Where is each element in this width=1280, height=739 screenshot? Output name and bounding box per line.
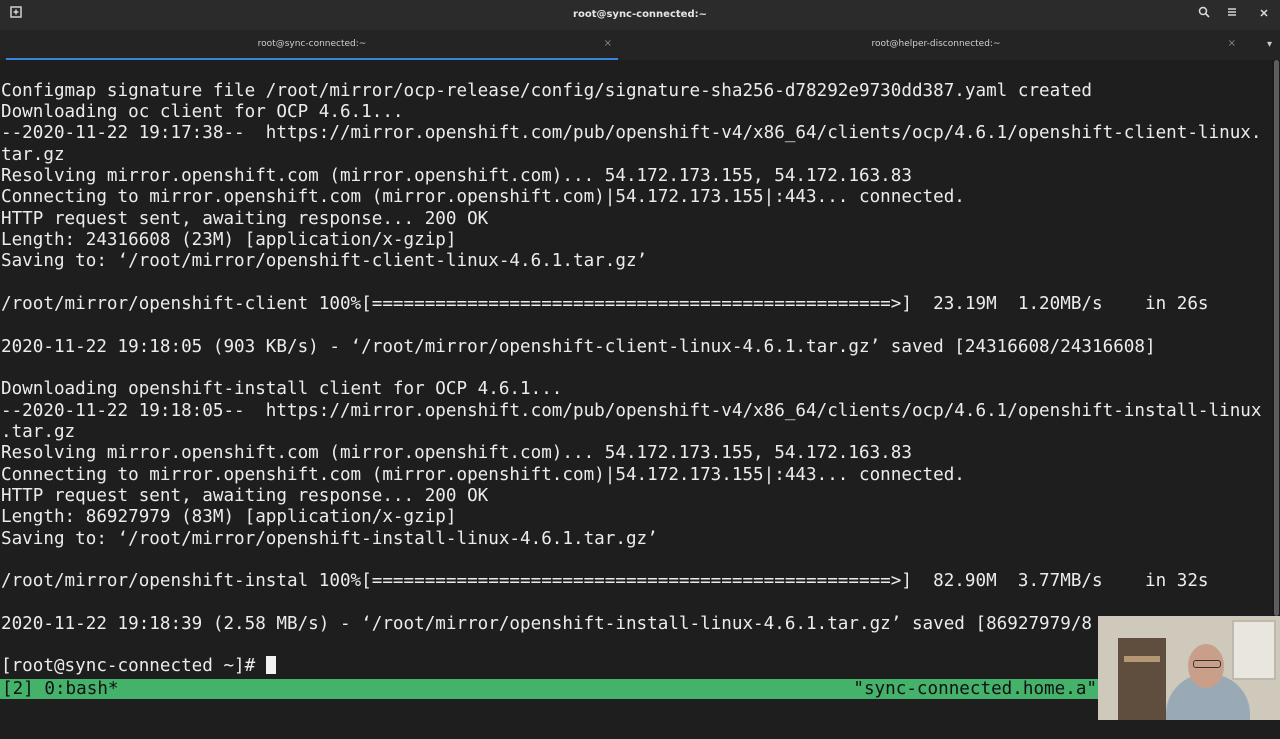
terminal-line: /root/mirror/openshift-client 100%[=====…	[1, 294, 1209, 314]
terminal-line: 2020-11-22 19:18:05 (903 KB/s) - ‘/root/…	[1, 337, 1156, 357]
hamburger-menu-icon[interactable]	[1222, 6, 1242, 24]
terminal-line: Connecting to mirror.openshift.com (mirr…	[1, 187, 965, 207]
terminal-bottom-padding	[0, 699, 1280, 720]
tab-label: root@helper-disconnected:~	[871, 39, 1001, 49]
terminal-line: Saving to: ‘/root/mirror/openshift-clien…	[1, 251, 648, 271]
terminal-output[interactable]: Configmap signature file /root/mirror/oc…	[0, 60, 1272, 720]
terminal-line: 2020-11-22 19:18:39 (2.58 MB/s) - ‘/root…	[1, 614, 1093, 634]
webcam-shelf-item	[1124, 656, 1160, 662]
terminal-line: HTTP request sent, awaiting response... …	[1, 209, 489, 229]
terminal-line: Configmap signature file /root/mirror/oc…	[1, 81, 1093, 101]
tmux-hostname: "sync-connected.home.a"	[853, 679, 1097, 699]
terminal-line: Resolving mirror.openshift.com (mirror.o…	[1, 166, 912, 186]
webcam-overlay-image	[1098, 616, 1280, 720]
terminal-line: tar.gz	[1, 145, 65, 165]
terminal-line: Connecting to mirror.openshift.com (mirr…	[1, 465, 965, 485]
close-icon[interactable]	[1254, 6, 1274, 24]
terminal-line: --2020-11-22 19:17:38-- https://mirror.o…	[1, 123, 1262, 143]
text-cursor	[265, 656, 276, 674]
tab-sync-connected[interactable]: root@sync-connected:~ ×	[6, 30, 618, 60]
tab-bar: root@sync-connected:~ × root@helper-disc…	[0, 30, 1280, 61]
search-icon[interactable]	[1194, 6, 1214, 24]
terminal-line: Downloading openshift-install client for…	[1, 379, 563, 399]
terminal-line: Downloading oc client for OCP 4.6.1...	[1, 102, 404, 122]
webcam-person-glasses	[1193, 660, 1221, 668]
tab-close-icon[interactable]: ×	[604, 30, 612, 58]
terminal-line: .tar.gz	[1, 422, 76, 442]
webcam-picture-frame	[1232, 620, 1276, 680]
terminal-line: --2020-11-22 19:18:05-- https://mirror.o…	[1, 401, 1262, 421]
terminal-line: Length: 86927979 (83M) [application/x-gz…	[1, 507, 457, 527]
tab-label: root@sync-connected:~	[257, 39, 367, 49]
window-titlebar: root@sync-connected:~	[0, 0, 1280, 30]
tab-close-icon[interactable]: ×	[1228, 30, 1236, 58]
tab-dropdown-icon[interactable]: ▾	[1267, 30, 1272, 60]
terminal-line: /root/mirror/openshift-instal 100%[=====…	[1, 571, 1209, 591]
tmux-status-bar: [2] 0:bash* "sync-connected.home.a"	[0, 679, 1280, 699]
terminal-line: HTTP request sent, awaiting response... …	[1, 486, 489, 506]
window-title: root@sync-connected:~	[573, 9, 707, 20]
terminal-prompt-line[interactable]: [root@sync-connected ~]#	[1, 656, 276, 677]
shell-prompt: [root@sync-connected ~]#	[1, 656, 266, 676]
terminal-line: Resolving mirror.openshift.com (mirror.o…	[1, 443, 912, 463]
tmux-window-list: [2] 0:bash*	[2, 679, 119, 699]
webcam-shelf	[1118, 638, 1166, 720]
scrollbar-thumb[interactable]	[1274, 60, 1279, 616]
terminal-line: Length: 24316608 (23M) [application/x-gz…	[1, 230, 457, 250]
tab-helper-disconnected[interactable]: root@helper-disconnected:~ ×	[626, 30, 1246, 60]
terminal-line: Saving to: ‘/root/mirror/openshift-insta…	[1, 529, 658, 549]
